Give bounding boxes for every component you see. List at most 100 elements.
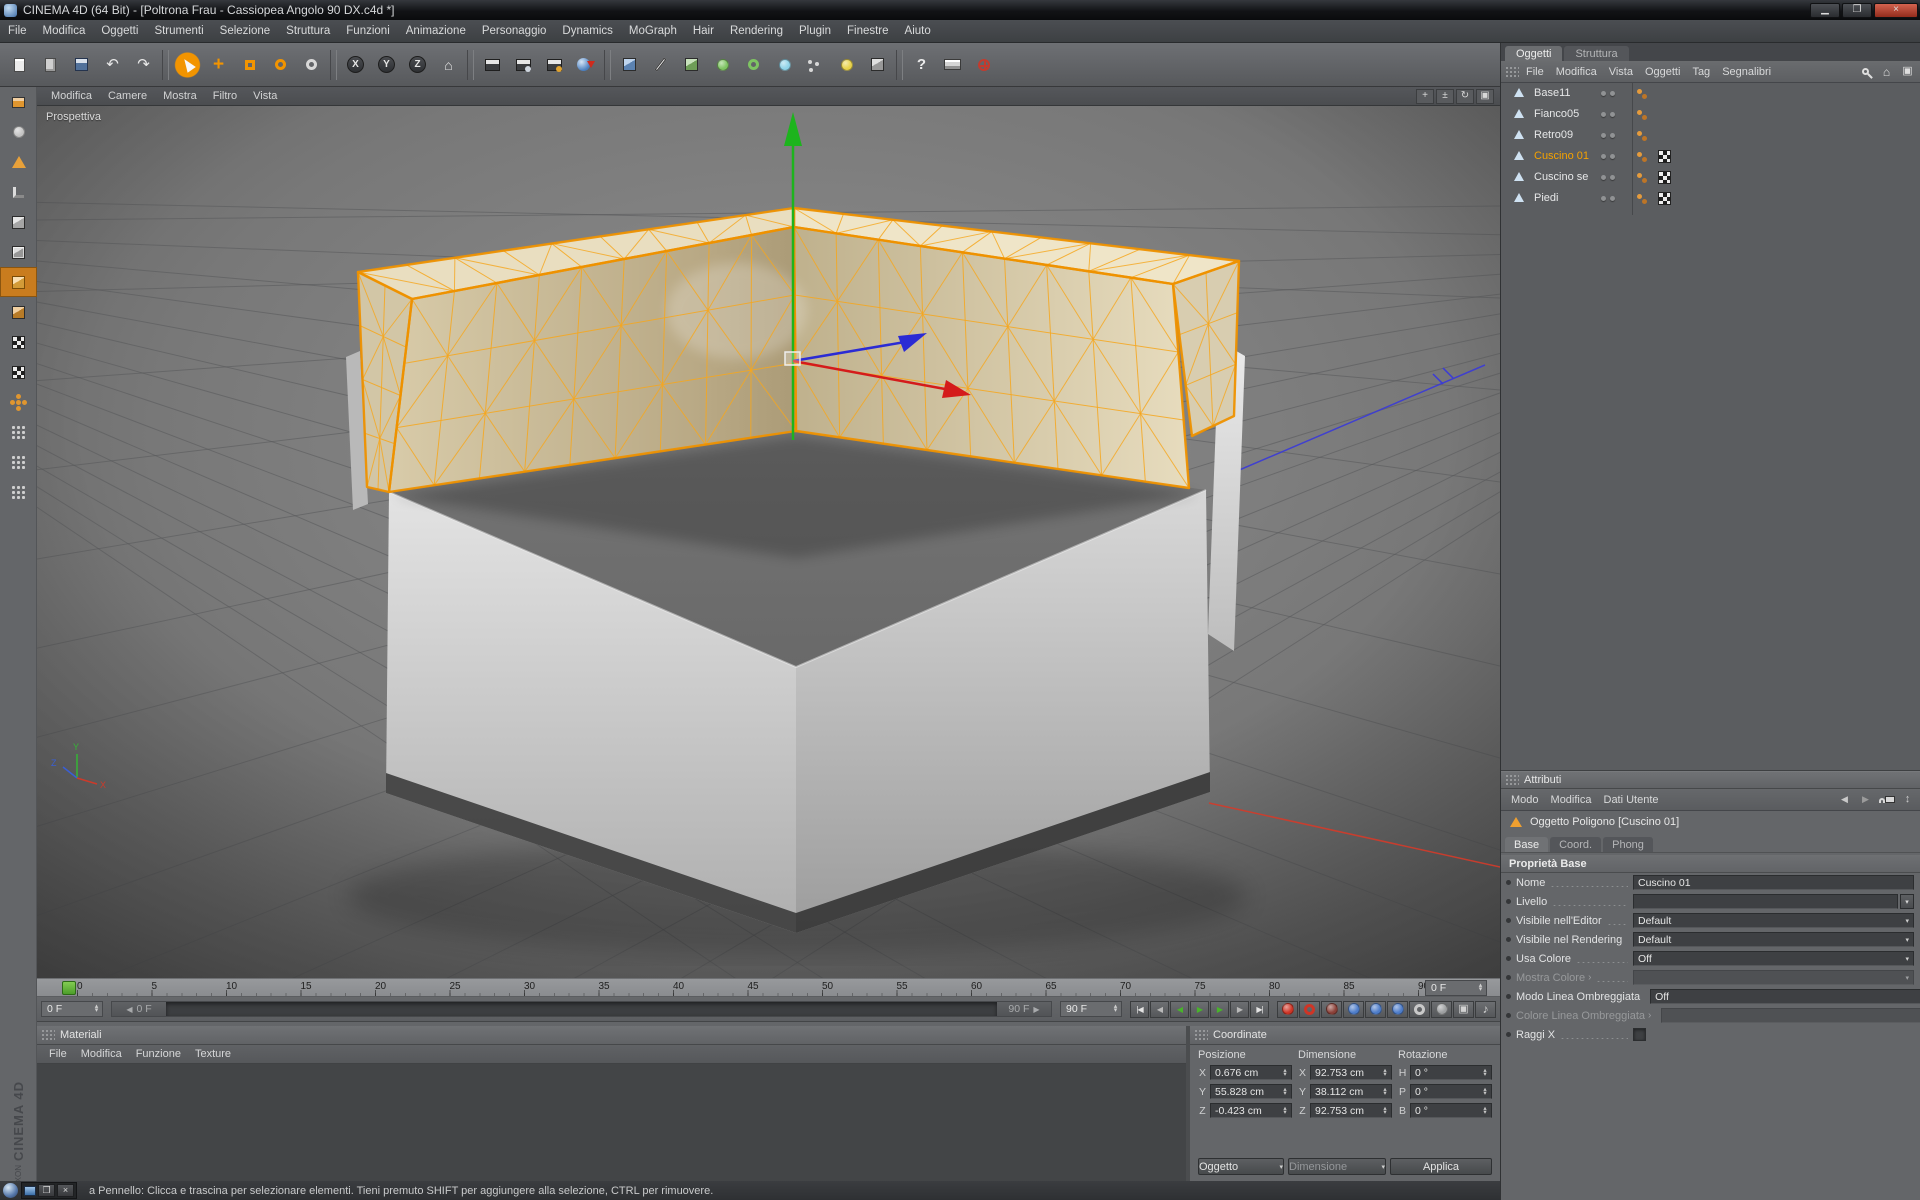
editor-visibility-dot[interactable] bbox=[1601, 133, 1606, 138]
history-forward-icon[interactable]: ▶ bbox=[1857, 792, 1874, 808]
render-visibility-dot[interactable] bbox=[1610, 112, 1615, 117]
viewport-menu-mostra[interactable]: Mostra bbox=[155, 90, 205, 102]
texture-tag-icon[interactable] bbox=[1657, 170, 1672, 185]
rotate-view-icon[interactable]: ↻ bbox=[1456, 89, 1474, 104]
attributes-titlebar[interactable]: Attributi bbox=[1501, 771, 1920, 789]
editor-visibility-dot[interactable] bbox=[1601, 196, 1606, 201]
menu-item-dynamics[interactable]: Dynamics bbox=[554, 20, 620, 42]
om-menu-vista[interactable]: Vista bbox=[1603, 66, 1639, 78]
range-end-handle[interactable]: 90 F▶ bbox=[997, 1002, 1051, 1016]
sync-icon[interactable]: ↕ bbox=[1899, 792, 1916, 808]
viewport-menu-filtro[interactable]: Filtro bbox=[205, 90, 245, 102]
prev-key-button[interactable]: ◀ bbox=[1150, 1001, 1169, 1018]
online-resources-icon[interactable] bbox=[968, 48, 999, 82]
render-queue-icon[interactable] bbox=[570, 48, 601, 82]
step-down-icon[interactable]: ▾ bbox=[1283, 1092, 1286, 1096]
dimensione-button[interactable]: Dimensione▾ bbox=[1288, 1158, 1386, 1175]
step-down-icon[interactable]: ▾ bbox=[1479, 988, 1483, 993]
coord-input[interactable]: 0 °▴▾ bbox=[1410, 1065, 1492, 1080]
phong-tag-icon[interactable] bbox=[1637, 191, 1652, 206]
step-down-icon[interactable]: ▾ bbox=[1283, 1111, 1286, 1115]
dropdown-colore-linea-ombreggiata[interactable]: ▾ bbox=[1661, 1008, 1920, 1023]
axis-mode-icon[interactable] bbox=[0, 147, 37, 177]
dropdown-modo-linea-ombreggiata[interactable]: Off▾ bbox=[1650, 989, 1920, 1004]
history-back-icon[interactable]: ◀ bbox=[1836, 792, 1853, 808]
visibility-dots[interactable] bbox=[1601, 196, 1615, 201]
coord-input[interactable]: -0.423 cm▴▾ bbox=[1210, 1103, 1292, 1118]
object-row-cuscino-01[interactable]: Cuscino 01 bbox=[1501, 146, 1920, 167]
layer-browse-button[interactable]: ▾ bbox=[1900, 894, 1914, 909]
snap-guides-icon[interactable] bbox=[0, 447, 37, 477]
next-frame-button[interactable]: ▶ bbox=[1210, 1001, 1229, 1018]
phong-tag-icon[interactable] bbox=[1637, 128, 1652, 143]
playback-mode-button[interactable]: ▣ bbox=[1453, 1001, 1474, 1018]
animation-dot-icon[interactable] bbox=[1506, 1032, 1511, 1037]
lock-x-axis-icon[interactable]: X bbox=[340, 48, 371, 82]
save-document-icon[interactable] bbox=[66, 48, 97, 82]
stepper-icon[interactable]: ▴▾ bbox=[1380, 1069, 1390, 1077]
range-start-handle[interactable]: ◀0 F bbox=[112, 1002, 166, 1016]
attr-tab-phong[interactable]: Phong bbox=[1603, 837, 1653, 852]
stepper-icon[interactable]: ▴▾ bbox=[1380, 1088, 1390, 1096]
key-parameter-button[interactable] bbox=[1409, 1001, 1430, 1018]
sound-button[interactable]: ♪ bbox=[1475, 1001, 1496, 1018]
attr-menu-dati-utente[interactable]: Dati Utente bbox=[1598, 794, 1665, 806]
menu-item-struttura[interactable]: Struttura bbox=[278, 20, 338, 42]
last-used-tool-icon[interactable] bbox=[296, 48, 327, 82]
preview-range-slider[interactable]: ◀0 F 90 F▶ bbox=[111, 1001, 1052, 1017]
add-modeling-object-icon[interactable] bbox=[707, 48, 738, 82]
checkbox-raggi-x[interactable] bbox=[1633, 1028, 1646, 1041]
tab-oggetti[interactable]: Oggetti bbox=[1505, 46, 1562, 61]
dropdown-mostra-colore[interactable]: ▾ bbox=[1633, 970, 1914, 985]
make-editable-icon[interactable] bbox=[0, 87, 37, 117]
rotate-tool-icon[interactable] bbox=[265, 48, 296, 82]
om-menu-oggetti[interactable]: Oggetti bbox=[1639, 66, 1686, 78]
prev-frame-button[interactable]: ◀ bbox=[1170, 1001, 1189, 1018]
om-menu-segnalibri[interactable]: Segnalibri bbox=[1716, 66, 1777, 78]
phong-tag-icon[interactable] bbox=[1637, 170, 1652, 185]
menu-item-finestre[interactable]: Finestre bbox=[839, 20, 897, 42]
snap-dynamics-icon[interactable] bbox=[0, 477, 37, 507]
om-menu-file[interactable]: File bbox=[1520, 66, 1550, 78]
play-button[interactable]: ▶ bbox=[1190, 1001, 1209, 1018]
stepper-icon[interactable]: ▴▾ bbox=[1480, 1107, 1490, 1115]
panel-grip-icon[interactable] bbox=[1194, 1029, 1208, 1041]
help-icon[interactable]: ? bbox=[906, 48, 937, 82]
animation-dot-icon[interactable] bbox=[1506, 956, 1511, 961]
menu-item-rendering[interactable]: Rendering bbox=[722, 20, 791, 42]
coord-input[interactable]: 92.753 cm▴▾ bbox=[1310, 1065, 1392, 1080]
tab-struttura[interactable]: Struttura bbox=[1564, 46, 1628, 61]
coord-input[interactable]: 0.676 cm▴▾ bbox=[1210, 1065, 1292, 1080]
points-mode-icon[interactable] bbox=[0, 207, 37, 237]
stepper-icon[interactable]: ▴▾ bbox=[91, 1005, 102, 1014]
step-down-icon[interactable]: ▾ bbox=[1383, 1111, 1386, 1115]
step-down-icon[interactable]: ▾ bbox=[1483, 1111, 1486, 1115]
goto-end-button[interactable]: ▶| bbox=[1250, 1001, 1269, 1018]
add-camera-icon[interactable] bbox=[862, 48, 893, 82]
menu-item-strumenti[interactable]: Strumenti bbox=[146, 20, 211, 42]
stepper-icon[interactable]: ▴▾ bbox=[1280, 1107, 1290, 1115]
object-row-retro09[interactable]: Retro09 bbox=[1501, 125, 1920, 146]
menu-item-animazione[interactable]: Animazione bbox=[398, 20, 474, 42]
snap-enable-icon[interactable] bbox=[0, 387, 37, 417]
zoom-view-icon[interactable]: ± bbox=[1436, 89, 1454, 104]
render-visibility-dot[interactable] bbox=[1610, 91, 1615, 96]
render-picture-viewer-icon[interactable] bbox=[508, 48, 539, 82]
stepper-icon[interactable]: ▴▾ bbox=[1475, 984, 1486, 993]
redo-icon[interactable]: ↷ bbox=[128, 48, 159, 82]
stepper-icon[interactable]: ▴▾ bbox=[1280, 1088, 1290, 1096]
materials-menu-texture[interactable]: Texture bbox=[189, 1048, 237, 1060]
visibility-dots[interactable] bbox=[1601, 91, 1615, 96]
viewport-menu-camere[interactable]: Camere bbox=[100, 90, 155, 102]
lock-z-axis-icon[interactable]: Z bbox=[402, 48, 433, 82]
render-visibility-dot[interactable] bbox=[1610, 196, 1615, 201]
layer-field[interactable] bbox=[1633, 894, 1898, 909]
viewport-view-label[interactable]: Prospettiva bbox=[46, 111, 101, 123]
step-down-icon[interactable]: ▾ bbox=[95, 1009, 99, 1014]
coordinates-titlebar[interactable]: Coordinate bbox=[1190, 1026, 1500, 1045]
autokeying-button[interactable] bbox=[1299, 1001, 1320, 1018]
mini-window-close-button[interactable]: × bbox=[57, 1184, 74, 1197]
coordinate-system-toggle-icon[interactable]: ⌂ bbox=[433, 48, 464, 82]
ruler-frame-spinner[interactable]: 0 F ▴▾ bbox=[1425, 980, 1487, 996]
panel-grip-icon[interactable] bbox=[41, 1029, 55, 1041]
